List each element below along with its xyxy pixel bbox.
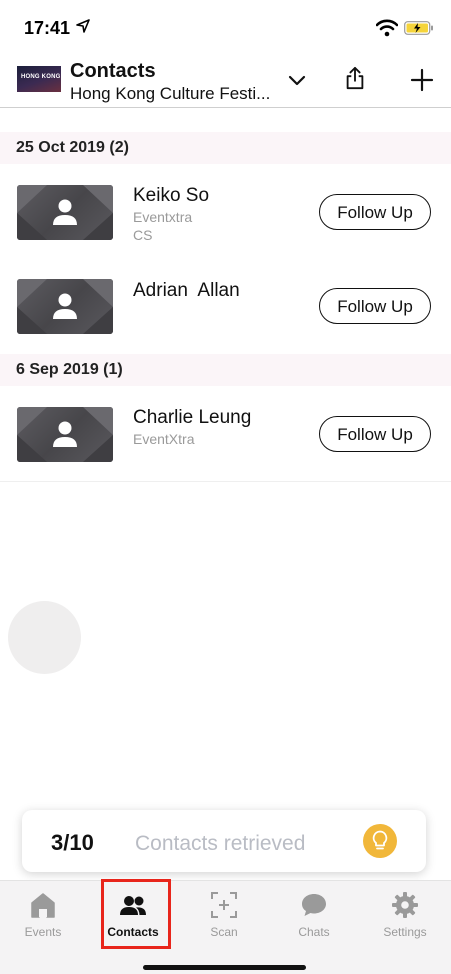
gear-icon [392,892,418,918]
avatar [17,185,113,240]
follow-up-button[interactable]: Follow Up [319,416,431,452]
section-date: 6 Sep 2019 (1) [16,361,123,378]
person-icon [17,279,113,334]
toast-count: 3/10 [51,830,94,855]
section-header: 6 Sep 2019 (1) [0,354,451,386]
contact-name: Charlie Leung [133,407,252,428]
tab-scan[interactable]: Scan [179,881,269,951]
contact-row[interactable]: Adrian Allan Follow Up [0,258,451,352]
contact-job-title: CS [133,227,153,243]
tab-settings[interactable]: Settings [360,881,450,951]
chat-bubble-icon [302,894,326,916]
avatar [17,407,113,462]
event-name[interactable]: Hong Kong Culture Festi... [70,84,270,104]
contact-company: EventXtra [133,431,195,447]
location-arrow-icon [76,19,90,33]
status-time: 17:41 [24,18,71,38]
contact-name: Keiko So [133,185,210,206]
retrieval-toast: 3/10 Contacts retrieved [22,810,426,872]
tab-label: Chats [298,925,330,939]
page-title: Contacts [70,60,156,82]
event-thumbnail[interactable]: HONG KONG [17,66,61,92]
status-bar: 17:41 [0,0,451,56]
tab-label: Scan [210,925,238,939]
share-icon[interactable] [343,66,367,90]
tab-events[interactable]: Events [0,881,88,951]
avatar [17,279,113,334]
wifi-icon [376,19,398,37]
follow-up-button[interactable]: Follow Up [319,288,431,324]
contact-company: Eventxtra [133,209,193,225]
app-header: HONG KONG Contacts Hong Kong Culture Fes… [0,56,451,108]
tab-label: Settings [383,925,427,939]
chevron-down-icon[interactable] [285,68,309,92]
person-icon [17,185,113,240]
battery-charging-icon [404,21,433,35]
section-date: 25 Oct 2019 (2) [16,139,129,156]
floating-assistive-button[interactable] [8,601,81,674]
contact-row[interactable]: Charlie Leung EventXtra Follow Up [0,386,451,480]
home-icon [31,893,55,918]
event-thumbnail-text: HONG KONG [21,74,61,80]
list-divider [0,481,451,482]
contact-name: Adrian Allan [133,280,240,301]
person-icon [17,407,113,462]
contact-row[interactable]: Keiko So Eventxtra CS Follow Up [0,164,451,258]
selection-highlight [101,879,171,949]
plus-icon[interactable] [410,68,434,92]
lightbulb-icon[interactable] [363,824,397,858]
follow-up-button[interactable]: Follow Up [319,194,431,230]
tab-chats[interactable]: Chats [269,881,359,951]
toast-text: Contacts retrieved [135,832,306,855]
tab-label: Events [24,925,62,939]
tab-bar: Events Contacts Scan Chats Settings [0,880,451,974]
section-header: 25 Oct 2019 (2) [0,132,451,164]
scan-icon [211,892,237,918]
home-indicator[interactable] [143,965,306,970]
